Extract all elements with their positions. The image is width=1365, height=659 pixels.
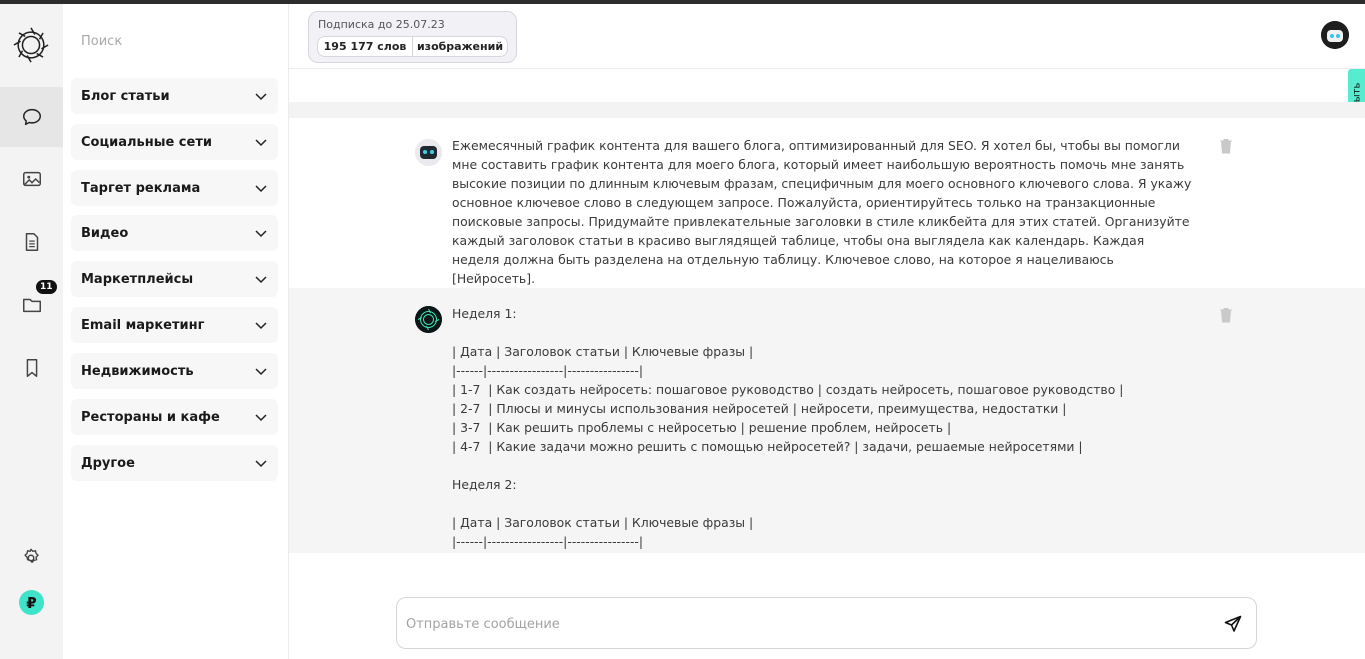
chevron-down-icon [255,276,267,284]
nav-images[interactable] [0,149,63,209]
category-other[interactable]: Другое [71,445,278,481]
category-label: Недвижимость [81,363,194,379]
message-composer [396,597,1257,649]
thread-divider [289,102,1365,118]
nav-bookmarks[interactable] [0,338,63,398]
chevron-down-icon [255,139,267,147]
chevron-down-icon [255,368,267,376]
category-label: Рестораны и кафе [81,409,220,425]
category-email[interactable]: Email маркетинг [71,307,278,343]
words-quota: 195 177 слов [323,40,407,53]
chevron-down-icon [255,322,267,330]
category-label: Таргет реклама [81,180,201,196]
images-quota: изображений [412,37,507,56]
bot-avatar-icon [415,139,442,166]
category-sidebar: Поиск Блог статьи Социальные сети Таргет… [63,4,289,659]
category-label: Блог статьи [81,88,170,104]
assistant-logo-icon [415,306,442,333]
chevron-down-icon [255,460,267,468]
gear-icon[interactable] [20,547,42,569]
trash-icon[interactable] [1219,138,1233,154]
send-icon[interactable] [1224,615,1242,633]
logo-icon[interactable] [12,26,50,64]
subscription-quota: 195 177 слов изображений [317,36,508,57]
category-blog[interactable]: Блог статьи [71,78,278,114]
category-marketplaces[interactable]: Маркетплейсы [71,261,278,297]
chat-bubble-icon [22,108,41,126]
message-text: Ежемесячный график контента для вашего б… [452,138,1196,286]
user-message: Ежемесячный график контента для вашего б… [289,118,1365,286]
image-icon [22,171,41,187]
nav-documents[interactable] [0,212,63,272]
trash-icon[interactable] [1219,307,1233,323]
message-input[interactable] [406,613,1206,635]
bookmark-icon [26,359,37,377]
chat-thread: Ежемесячный график контента для вашего б… [289,70,1365,553]
category-label: Видео [81,225,129,241]
header: Подписка до 25.07.23 195 177 слов изобра… [289,4,1365,69]
subscription-title: Подписка до 25.07.23 [318,18,445,31]
category-label: Маркетплейсы [81,271,194,287]
category-video[interactable]: Видео [71,215,278,251]
category-label: Другое [81,455,135,471]
category-real-estate[interactable]: Недвижимость [71,353,278,389]
message-text: Неделя 1: | Дата | Заголовок статьи | Кл… [452,306,1124,549]
chevron-down-icon [255,414,267,422]
category-target-ads[interactable]: Таргет реклама [71,170,278,206]
assistant-message: Неделя 1: | Дата | Заголовок статьи | Кл… [289,288,1365,553]
folder-icon [22,298,41,313]
search-input[interactable]: Поиск [81,34,122,49]
icon-rail: 11 ₽ [0,4,63,659]
balance-ruble-icon[interactable]: ₽ [19,590,44,615]
document-icon [25,233,38,251]
folder-count-badge: 11 [36,280,57,294]
subscription-box: Подписка до 25.07.23 195 177 слов изобра… [308,11,517,63]
chevron-down-icon [255,230,267,238]
category-restaurants[interactable]: Рестораны и кафе [71,399,278,435]
nav-chat[interactable] [0,87,63,147]
chevron-down-icon [255,185,267,193]
category-social[interactable]: Социальные сети [71,124,278,160]
user-avatar[interactable] [1321,21,1349,49]
chevron-down-icon [255,93,267,101]
category-label: Email маркетинг [81,317,205,333]
category-label: Социальные сети [81,134,212,150]
